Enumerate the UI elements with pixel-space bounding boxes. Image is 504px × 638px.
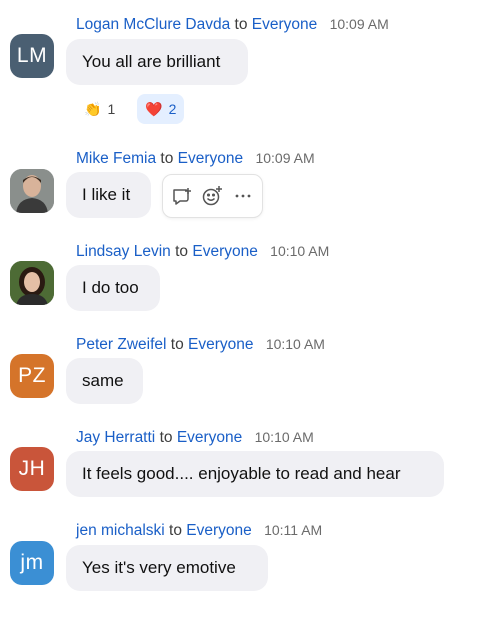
reply-icon <box>173 188 192 205</box>
avatar-initials: jm <box>20 551 44 574</box>
more-icon <box>235 194 251 198</box>
to-label: to <box>169 522 182 539</box>
message-header: jen michalski to Everyone 10:11 AM <box>76 522 322 540</box>
profile-photo-icon <box>10 169 54 213</box>
add-reaction-button[interactable] <box>199 183 225 209</box>
message-header: Peter Zweifel to Everyone 10:10 AM <box>76 336 325 354</box>
reactions-bar: 👏 1 ❤️ 2 <box>76 94 185 124</box>
to-label: to <box>160 150 174 167</box>
timestamp: 10:10 AM <box>270 243 330 259</box>
sender-name[interactable]: Logan McClure Davda <box>76 16 230 33</box>
timestamp: 10:09 AM <box>255 150 315 166</box>
more-options-button[interactable] <box>230 183 256 209</box>
message-text: It feels good.... enjoyable to read and … <box>82 464 401 483</box>
reaction-clap[interactable]: 👏 1 <box>76 94 123 124</box>
message-bubble[interactable]: I like it <box>66 172 151 218</box>
add-reaction-icon <box>203 186 223 206</box>
sender-name[interactable]: Peter Zweifel <box>76 336 166 353</box>
avatar[interactable]: jm <box>10 541 54 585</box>
to-label: to <box>234 16 248 33</box>
message-actions-toolbar <box>162 174 263 218</box>
avatar[interactable] <box>10 169 54 213</box>
message-text: You all are brilliant <box>82 52 221 71</box>
avatar[interactable]: PZ <box>10 354 54 398</box>
message-text: I do too <box>82 278 139 297</box>
message-text: Yes it's very emotive <box>82 558 236 577</box>
message-text: I like it <box>82 185 131 204</box>
timestamp: 10:10 AM <box>265 336 325 352</box>
profile-photo-icon <box>10 261 54 305</box>
sender-name[interactable]: Mike Femia <box>76 150 156 167</box>
recipient-name[interactable]: Everyone <box>186 522 251 539</box>
recipient-name[interactable]: Everyone <box>188 336 253 353</box>
avatar[interactable]: JH <box>10 447 54 491</box>
message-bubble[interactable]: Yes it's very emotive <box>66 545 268 591</box>
avatar-initials: PZ <box>18 364 46 387</box>
avatar-initials: JH <box>18 457 46 480</box>
recipient-name[interactable]: Everyone <box>178 150 243 167</box>
heart-emoji-icon: ❤️ <box>145 100 163 117</box>
avatar-initials: LM <box>16 44 48 67</box>
message-text: same <box>82 371 124 390</box>
timestamp: 10:09 AM <box>329 16 389 32</box>
recipient-name[interactable]: Everyone <box>192 243 257 260</box>
message-header: Lindsay Levin to Everyone 10:10 AM <box>76 243 329 261</box>
reaction-heart[interactable]: ❤️ 2 <box>137 94 185 124</box>
to-label: to <box>170 336 184 353</box>
sender-name[interactable]: jen michalski <box>76 522 165 539</box>
message-bubble[interactable]: I do too <box>66 265 160 311</box>
recipient-name[interactable]: Everyone <box>252 16 317 33</box>
to-label: to <box>159 429 173 446</box>
reply-button[interactable] <box>169 183 195 209</box>
timestamp: 10:11 AM <box>264 522 323 538</box>
timestamp: 10:10 AM <box>254 429 314 445</box>
to-label: to <box>175 243 189 260</box>
message-bubble[interactable]: same <box>66 358 143 404</box>
message-bubble[interactable]: It feels good.... enjoyable to read and … <box>66 451 444 497</box>
message-header: Logan McClure Davda to Everyone 10:09 AM <box>76 16 389 34</box>
clap-emoji-icon: 👏 <box>84 100 102 117</box>
sender-name[interactable]: Jay Herratti <box>76 429 155 446</box>
reaction-count: 1 <box>107 101 116 117</box>
message-bubble[interactable]: You all are brilliant <box>66 39 248 85</box>
avatar[interactable]: LM <box>10 34 54 78</box>
message-header: Jay Herratti to Everyone 10:10 AM <box>76 429 314 447</box>
recipient-name[interactable]: Everyone <box>177 429 242 446</box>
reaction-count: 2 <box>168 101 177 117</box>
avatar[interactable] <box>10 261 54 305</box>
sender-name[interactable]: Lindsay Levin <box>76 243 171 260</box>
message-header: Mike Femia to Everyone 10:09 AM <box>76 150 315 168</box>
